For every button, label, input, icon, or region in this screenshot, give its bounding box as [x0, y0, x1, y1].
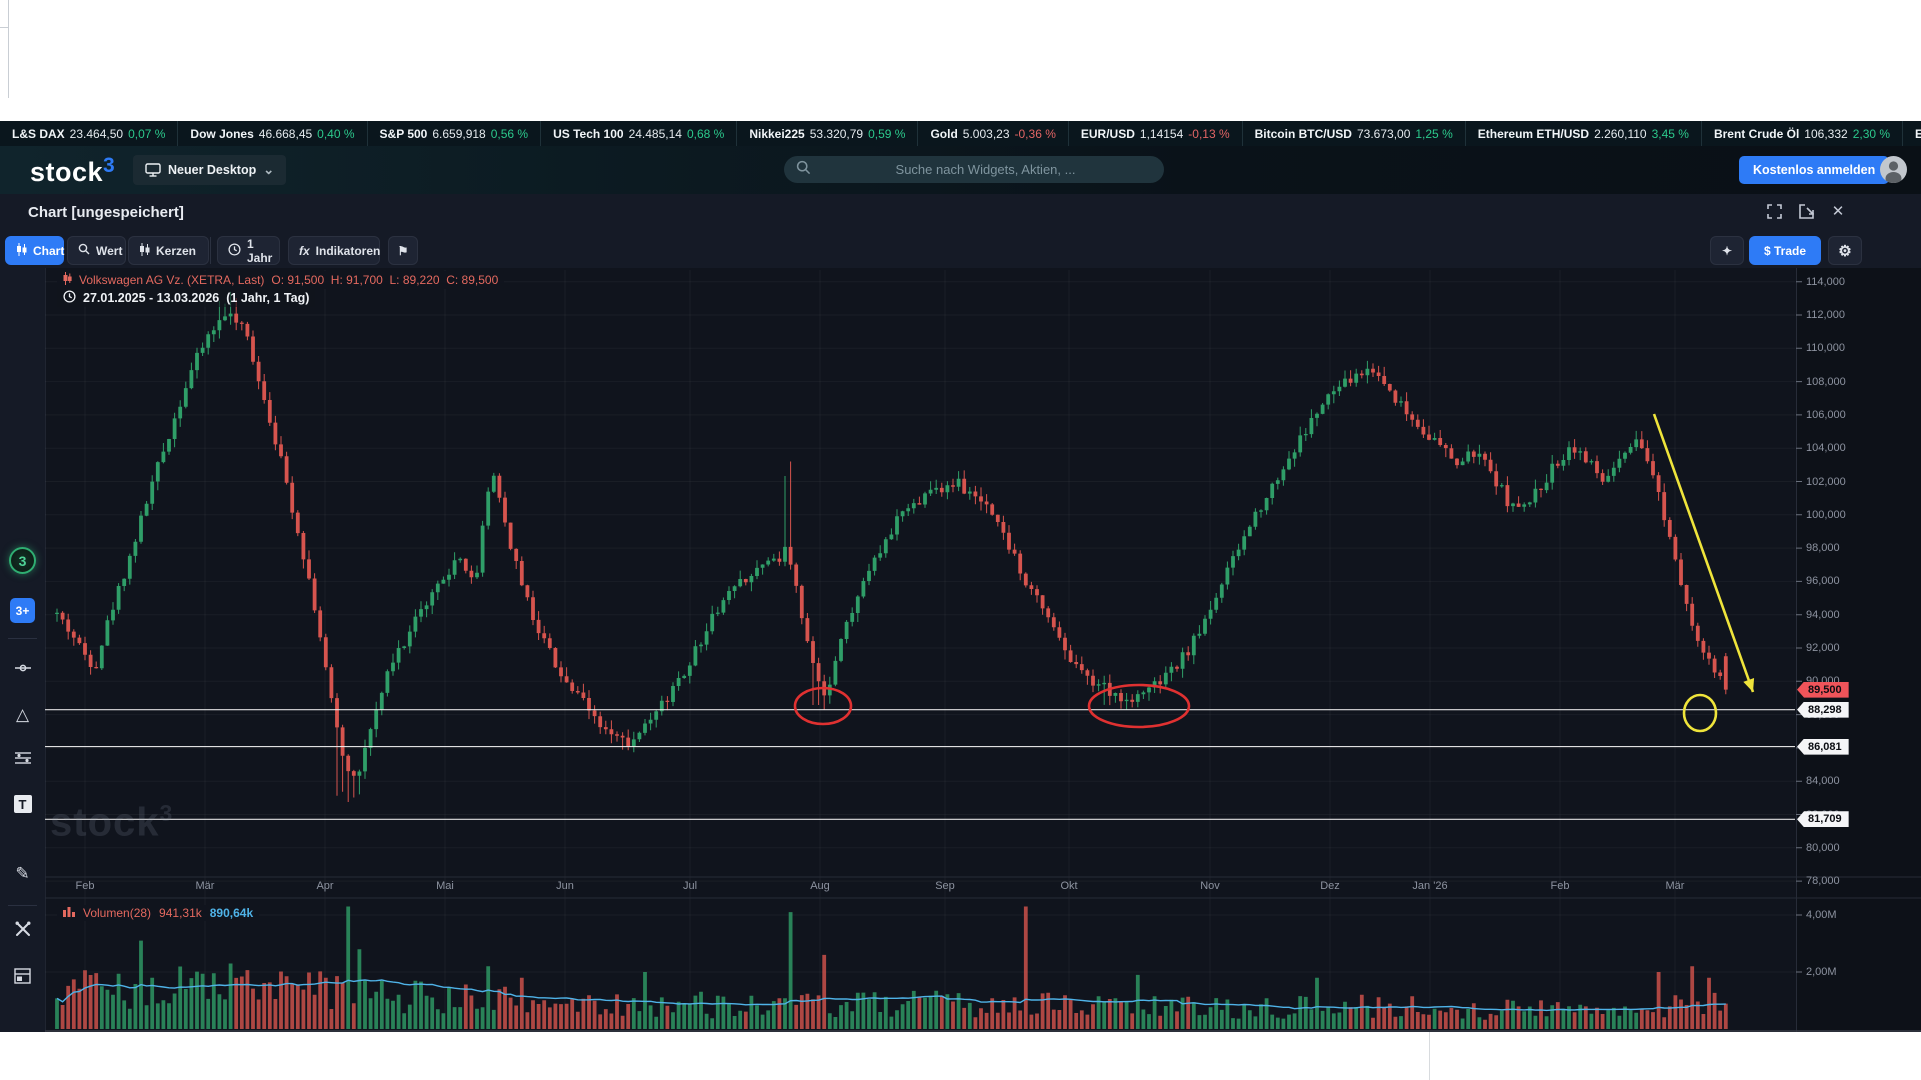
window-edge-artifact: [1429, 1032, 1430, 1080]
period-detail: (1 Jahr, 1 Tag): [226, 291, 309, 305]
volume-bars-icon: [63, 906, 75, 920]
fullscreen-icon[interactable]: [1765, 202, 1783, 220]
trade-button[interactable]: $ Trade: [1749, 236, 1821, 265]
instrument-legend[interactable]: Volkswagen AG Vz. (XETRA, Last) O: 91,50…: [57, 271, 504, 289]
sidebar-item-layout[interactable]: [0, 968, 45, 989]
stock3-app: { "ticker": { "items": [ {"name":"L&S DA…: [0, 0, 1921, 1080]
settings-button[interactable]: ⚙: [1828, 236, 1862, 265]
candlestick-icon: [139, 243, 150, 259]
chart-toolbar: Chart Wert Kerzen 1d 1 Jahr fx Indikator…: [0, 232, 1921, 268]
sidebar-item-trendline-tool[interactable]: [0, 660, 45, 681]
ticker-item[interactable]: US Tech 10024.485,140,68 %: [541, 121, 737, 146]
layout-icon: [14, 968, 31, 989]
monitor-icon: [145, 163, 161, 177]
text-tool-icon: T: [14, 795, 32, 813]
gear-icon: ⚙: [1838, 242, 1851, 260]
signup-button[interactable]: Kostenlos anmelden: [1739, 156, 1889, 184]
drawing-sidebar: 3 3+ △ T ✎ ◐: [0, 268, 46, 1032]
fx-icon: fx: [299, 244, 310, 258]
stock3-plus-icon: 3+: [10, 598, 35, 623]
ticker-item[interactable]: Gold5.003,23-0,36 %: [918, 121, 1068, 146]
window-edge-artifact: [8, 0, 9, 98]
bookmark-icon: ⚑: [398, 244, 409, 258]
browser-whitespace: [0, 0, 1921, 121]
avatar[interactable]: [1880, 156, 1907, 183]
sidebar-divider: [8, 638, 37, 639]
market-ticker-bar: L&S DAX23.464,500,07 %Dow Jones46.668,45…: [0, 121, 1921, 146]
close-icon[interactable]: ✕: [1829, 202, 1847, 220]
window-edge-artifact: [0, 27, 9, 28]
ticker-item[interactable]: Euro-Bund Futur: [1903, 121, 1921, 146]
clock-icon: [228, 243, 241, 259]
sidebar-divider: [8, 905, 37, 906]
stock3-logo[interactable]: stock3: [30, 154, 115, 188]
ticker-item[interactable]: Nikkei22553.320,790,59 %: [737, 121, 918, 146]
ticker-item[interactable]: S&P 5006.659,9180,56 %: [368, 121, 542, 146]
instrument-name: Volkswagen AG Vz. (XETRA, Last): [79, 273, 264, 287]
sidebar-item-stock3-plus[interactable]: 3+: [0, 598, 45, 623]
stock3-watermark: stock3: [50, 800, 173, 845]
volume-ma-value: 941,31k: [159, 906, 202, 920]
ticker-item[interactable]: Brent Crude Öl106,3322,30 %: [1702, 121, 1903, 146]
ticker-item[interactable]: EUR/USD1,14154-0,13 %: [1069, 121, 1243, 146]
popout-icon[interactable]: [1797, 202, 1815, 220]
global-search[interactable]: [784, 156, 1164, 183]
clock-icon: [63, 290, 76, 306]
search-icon: [78, 243, 90, 258]
chart-plot-background: [45, 268, 1921, 1032]
chevron-down-icon: ⌄: [263, 165, 274, 175]
ticker-item[interactable]: Bitcoin BTC/USD73.673,001,25 %: [1243, 121, 1466, 146]
bookmark-button[interactable]: ⚑: [388, 236, 418, 265]
sparkle-icon: ✦: [1722, 244, 1732, 258]
indicators-button[interactable]: fx Indikatoren: [288, 236, 380, 265]
window-title: Chart [ungespeichert]: [28, 204, 184, 221]
candlestick-icon: [16, 243, 27, 259]
price-axis-panel[interactable]: [1796, 268, 1921, 1032]
period-legend[interactable]: 27.01.2025 - 13.03.2026 (1 Jahr, 1 Tag): [57, 289, 315, 307]
triangle-icon: △: [16, 705, 29, 725]
desktop-selector-button[interactable]: Neuer Desktop ⌄: [133, 155, 286, 185]
sidebar-item-text-tool[interactable]: T: [0, 795, 45, 813]
fibonacci-icon: [14, 750, 32, 771]
trendline-icon: [14, 660, 32, 681]
candle-legend-icon: [63, 272, 72, 288]
range-button[interactable]: 1 Jahr: [217, 236, 280, 265]
volume-current-value: 890,64k: [210, 906, 253, 920]
tools-icon: [14, 920, 32, 943]
ticker-item[interactable]: Dow Jones46.668,450,40 %: [178, 121, 367, 146]
candle-type-button[interactable]: Kerzen 1d: [128, 236, 209, 265]
period-range: 27.01.2025 - 13.03.2026: [83, 291, 219, 305]
browser-whitespace: [0, 1032, 1921, 1080]
tab-chart[interactable]: Chart: [5, 236, 64, 265]
window-controls: ✕: [1765, 202, 1847, 220]
ticker-item[interactable]: Ethereum ETH/USD2.260,1103,45 %: [1466, 121, 1702, 146]
ticker-item[interactable]: L&S DAX23.464,500,07 %: [0, 121, 178, 146]
sidebar-item-fibonacci-tool[interactable]: [0, 750, 45, 771]
pencil-icon: ✎: [15, 864, 29, 884]
desktop-selector-label: Neuer Desktop: [168, 163, 256, 177]
sidebar-item-stock3-badge[interactable]: 3: [0, 547, 45, 574]
stock3-badge-icon: 3: [9, 547, 36, 574]
instrument-ohlc: O: 91,500 H: 91,700 L: 89,220 C: 89,500: [271, 273, 498, 287]
ai-sparkle-button[interactable]: ✦: [1710, 236, 1744, 265]
volume-legend[interactable]: Volumen(28) 941,31k 890,64k: [57, 905, 259, 921]
search-icon: [796, 160, 811, 180]
volume-ma-label: Volumen(28): [83, 906, 151, 920]
wert-button[interactable]: Wert: [67, 236, 126, 265]
sidebar-item-shape-tool[interactable]: △: [0, 705, 45, 725]
sidebar-item-tools[interactable]: [0, 920, 45, 943]
sidebar-item-annotation-tool[interactable]: ✎: [0, 864, 45, 884]
app-header: stock3 Neuer Desktop ⌄ Kostenlos anmelde…: [0, 146, 1921, 194]
search-input[interactable]: [819, 161, 1152, 178]
